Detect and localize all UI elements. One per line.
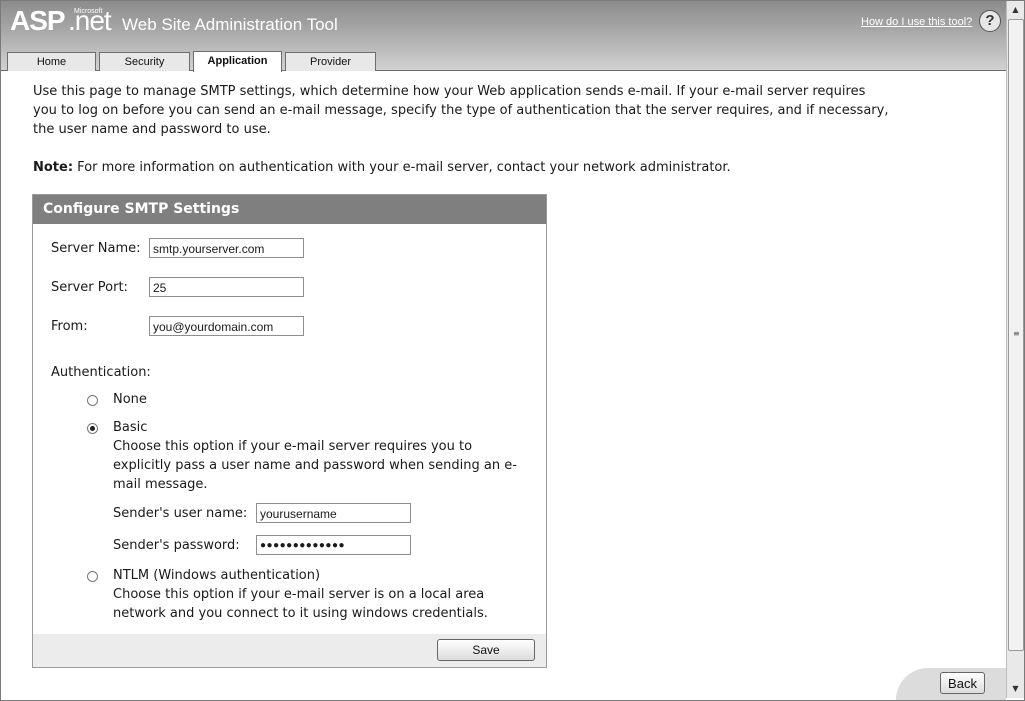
tab-home[interactable]: Home xyxy=(7,52,96,71)
smtp-settings-panel: Configure SMTP Settings Server Name: smt… xyxy=(32,194,547,668)
auth-none-radio[interactable] xyxy=(87,395,98,406)
auth-ntlm-desc-line: network and you connect to it using wind… xyxy=(113,606,488,621)
auth-basic-desc-line: explicitly pass a user name and password… xyxy=(113,458,517,473)
server-port-label: Server Port: xyxy=(51,280,128,295)
server-name-label: Server Name: xyxy=(51,241,141,256)
intro-text: Use this page to manage SMTP settings, w… xyxy=(33,84,889,137)
scroll-down-icon[interactable]: ▼ xyxy=(1008,681,1023,696)
from-input[interactable]: you@yourdomain.com xyxy=(149,316,304,336)
header-bar: ASP Microsoft .net Web Site Administrati… xyxy=(1,1,1006,72)
scroll-thumb[interactable]: ≡ xyxy=(1008,19,1024,651)
tab-application[interactable]: Application xyxy=(193,51,282,72)
username-label: Sender's user name: xyxy=(113,506,248,521)
logo-asp-text: ASP xyxy=(10,5,66,36)
server-name-input[interactable]: smtp.yourserver.com xyxy=(149,238,304,258)
aspnet-logo: ASP Microsoft .net xyxy=(10,5,118,39)
auth-basic-label: Basic xyxy=(113,420,148,435)
auth-basic-radio[interactable] xyxy=(87,423,98,434)
scroll-up-icon[interactable]: ▲ xyxy=(1008,2,1023,17)
panel-footer: Save xyxy=(33,634,546,667)
server-port-input[interactable]: 25 xyxy=(149,277,304,297)
scroll-grip-icon: ≡ xyxy=(1013,329,1020,338)
save-button[interactable]: Save xyxy=(437,639,535,661)
auth-ntlm-label: NTLM (Windows authentication) xyxy=(113,568,321,583)
auth-basic-desc-line: mail message. xyxy=(113,477,208,492)
note-body: For more information on authentication w… xyxy=(73,160,731,175)
password-label: Sender's password: xyxy=(113,538,240,553)
logo-net-text: .net xyxy=(68,5,112,36)
password-input[interactable]: ●●●●●●●●●●●●● xyxy=(256,535,411,555)
help-icon[interactable]: ? xyxy=(979,10,1001,32)
tab-provider[interactable]: Provider xyxy=(285,52,376,71)
from-label: From: xyxy=(51,319,88,334)
auth-ntlm-desc-line: Choose this option if your e-mail server… xyxy=(113,587,485,602)
tab-security[interactable]: Security xyxy=(99,52,190,71)
note-label: Note: xyxy=(33,160,74,175)
auth-none-label: None xyxy=(113,392,147,407)
note-text: Note: For more information on authentica… xyxy=(33,158,731,177)
vertical-scrollbar[interactable]: ▲ ≡ ▼ xyxy=(1006,1,1024,698)
back-button[interactable]: Back xyxy=(940,672,985,694)
auth-basic-description: Choose this option if your e-mail server… xyxy=(113,437,517,494)
username-input[interactable]: yourusername xyxy=(256,503,411,523)
auth-basic-desc-line: Choose this option if your e-mail server… xyxy=(113,439,473,454)
authentication-label: Authentication: xyxy=(51,365,151,380)
auth-ntlm-radio[interactable] xyxy=(87,571,98,582)
app-title: Web Site Administration Tool xyxy=(122,15,338,34)
help-link[interactable]: How do I use this tool? xyxy=(861,16,972,28)
panel-title: Configure SMTP Settings xyxy=(33,195,546,224)
auth-ntlm-description: Choose this option if your e-mail server… xyxy=(113,585,488,623)
